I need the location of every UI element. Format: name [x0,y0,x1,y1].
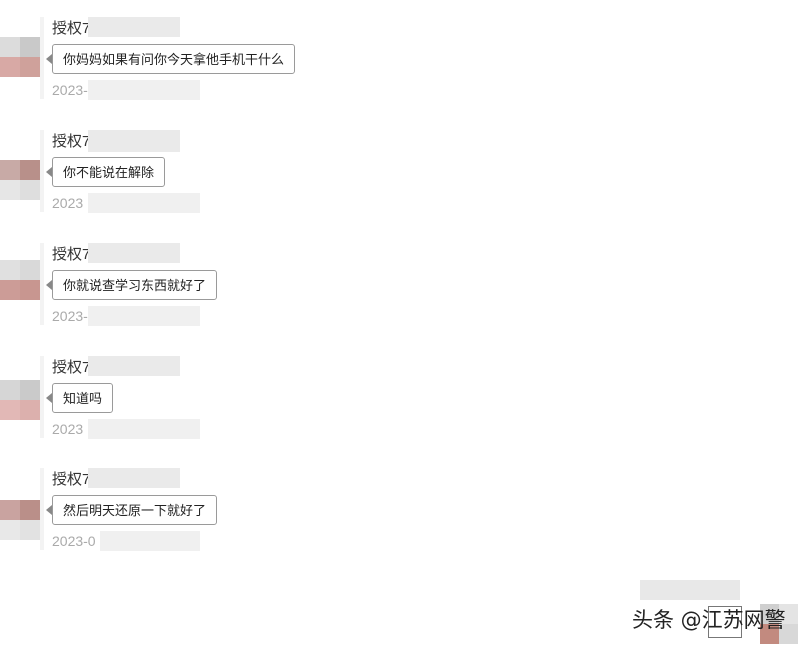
message-item: 授权7 然后明天还原一下就好了 2023-0 [0,468,330,568]
redacted-date [88,306,200,326]
message-date: 2023- [52,308,88,324]
redacted-name [88,468,180,488]
sender-name: 授权7 [52,471,91,488]
message-date: 2023 [52,195,84,211]
message-item: 授权7 你不能说在解除 2023 [0,130,330,230]
redacted-date [88,193,200,213]
redacted-block [640,580,740,600]
sender-name: 授权7 [52,359,91,376]
watermark-text: 头条 @江苏网警 [632,608,786,632]
avatar[interactable] [0,37,40,77]
redacted-name [88,243,180,263]
redacted-date [88,419,200,439]
avatar[interactable] [0,500,40,540]
divider [40,17,44,99]
avatar[interactable] [0,260,40,300]
redacted-name [88,17,180,37]
message-item: 授权7 你就说查学习东西就好了 2023- [0,243,330,343]
message-date: 2023 [52,421,84,437]
message-item: 授权7 知道吗 2023 [0,356,330,456]
redacted-date [100,531,200,551]
message-bubble[interactable]: 然后明天还原一下就好了 [45,495,218,525]
message-date: 2023-0 [52,533,96,549]
divider [40,356,44,438]
message-bubble[interactable]: 知道吗 [45,383,114,413]
divider [40,243,44,325]
avatar[interactable] [0,160,40,200]
divider [40,468,44,550]
message-bubble[interactable]: 你就说查学习东西就好了 [45,270,218,300]
sender-name: 授权7 [52,246,91,263]
avatar[interactable] [0,380,40,420]
sender-name: 授权7 [52,20,91,37]
message-bubble[interactable]: 你不能说在解除 [45,157,166,187]
redacted-name [88,130,180,152]
redacted-date [88,80,200,100]
message-item: 授权7 你妈妈如果有问你今天拿他手机干什么 2023- [0,17,330,117]
divider [40,130,44,212]
message-bubble[interactable]: 你妈妈如果有问你今天拿他手机干什么 [45,44,296,74]
sender-name: 授权7 [52,133,91,150]
message-date: 2023- [52,82,88,98]
redacted-name [88,356,180,376]
